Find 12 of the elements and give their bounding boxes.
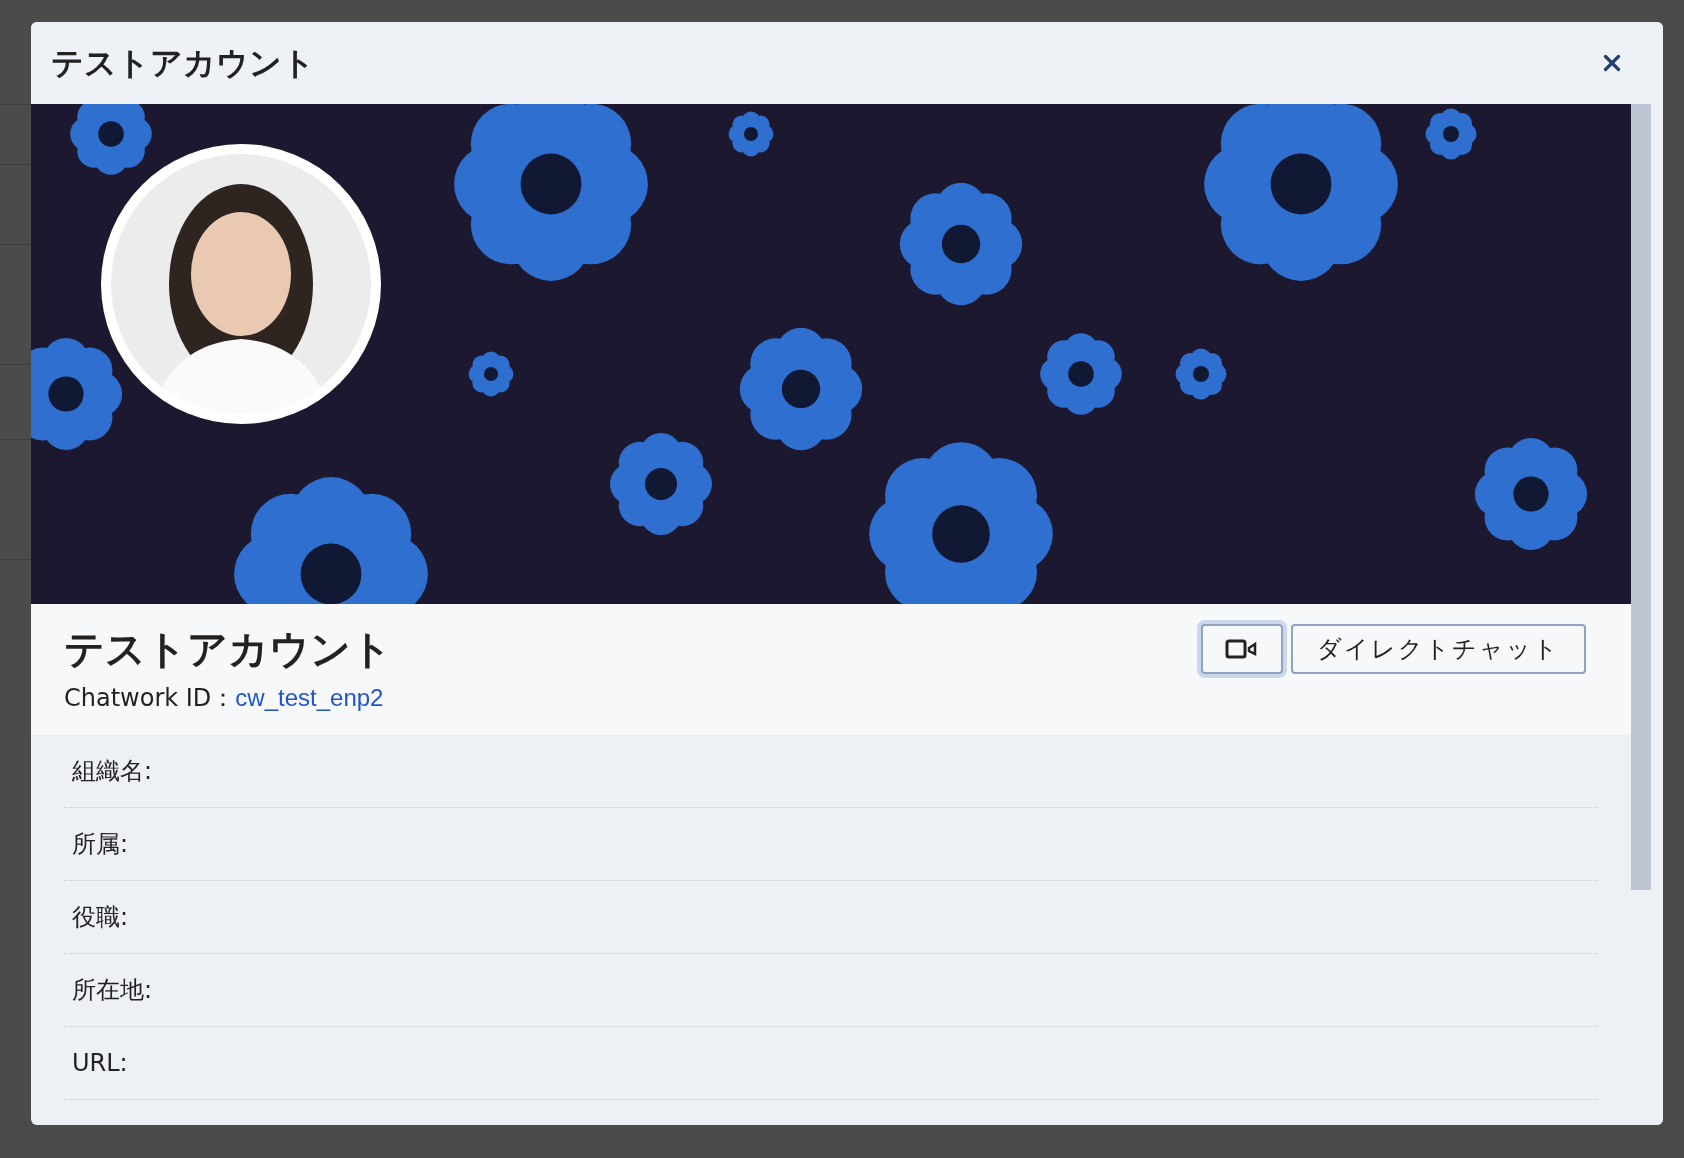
field-label: 所在地: bbox=[72, 975, 153, 1006]
modal-title: テストアカウント bbox=[51, 43, 315, 84]
field-label: 役職: bbox=[72, 902, 129, 933]
profile-name: テストアカウント bbox=[64, 625, 392, 674]
id-label: Chatwork ID： bbox=[64, 683, 236, 714]
video-icon bbox=[1225, 639, 1259, 659]
scrollbar-thumb[interactable] bbox=[1631, 104, 1651, 890]
field-label: 所属: bbox=[72, 829, 129, 860]
field-label: 組織名: bbox=[72, 756, 153, 787]
chatwork-id-link[interactable]: cw_test_enp2 bbox=[235, 680, 384, 716]
field-label: URL: bbox=[72, 1048, 128, 1079]
direct-chat-button[interactable]: ダイレクトチャット bbox=[1291, 624, 1586, 674]
